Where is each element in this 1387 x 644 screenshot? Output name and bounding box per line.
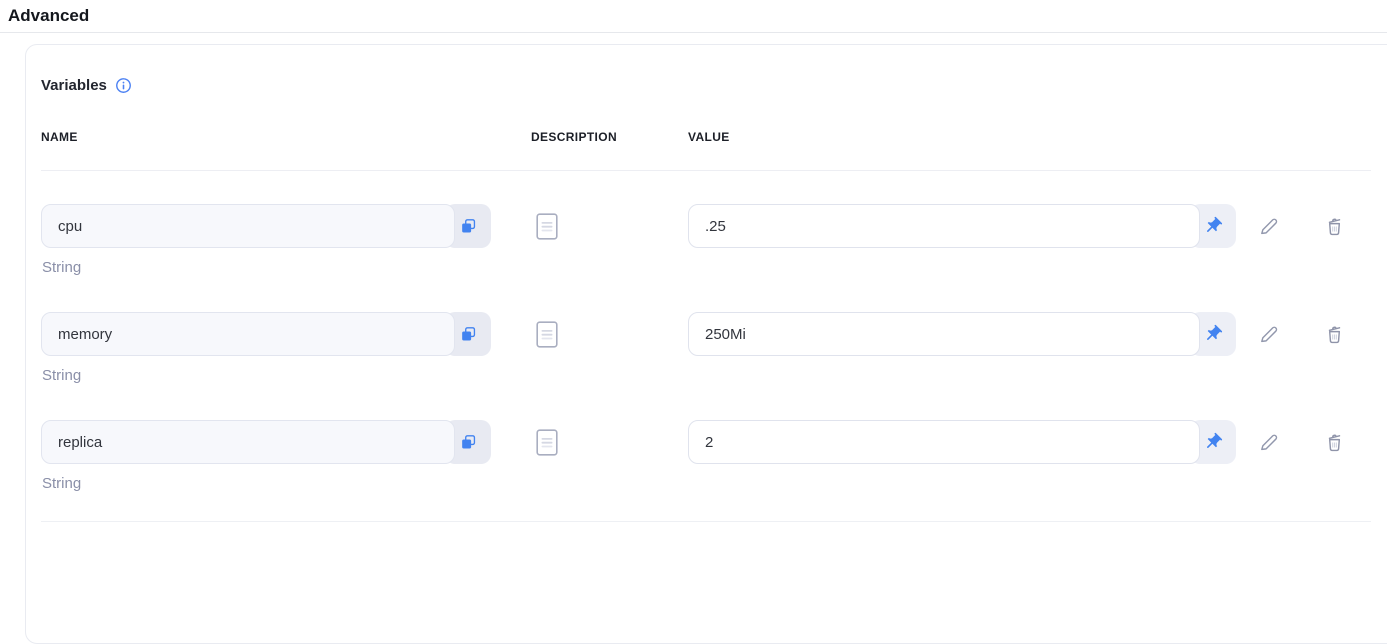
info-icon[interactable]	[115, 77, 132, 94]
edit-button[interactable]	[1256, 322, 1280, 346]
copy-icon	[459, 433, 478, 452]
variable-name-input[interactable]	[41, 312, 455, 356]
table-row: String	[41, 204, 1387, 276]
pencil-icon	[1257, 431, 1280, 454]
document-icon	[536, 321, 558, 348]
trash-icon	[1323, 215, 1346, 238]
edit-button[interactable]	[1256, 214, 1280, 238]
panel-title: Variables	[41, 77, 107, 94]
name-cell: String	[41, 420, 491, 492]
table-header: NAME DESCRIPTION VALUE	[41, 130, 1387, 144]
variable-value-input[interactable]	[688, 420, 1200, 464]
pushpin-icon	[1203, 324, 1223, 344]
variable-name-input[interactable]	[41, 204, 455, 248]
variable-type-label: String	[42, 259, 491, 276]
delete-button[interactable]	[1322, 322, 1346, 346]
variables-list: String	[41, 204, 1387, 528]
column-header-description: DESCRIPTION	[531, 130, 688, 144]
description-button[interactable]	[536, 321, 558, 348]
column-header-name: NAME	[41, 130, 491, 144]
pushpin-icon	[1203, 216, 1223, 236]
row-divider	[41, 521, 1371, 522]
trash-icon	[1323, 323, 1346, 346]
document-icon	[536, 213, 558, 240]
table-header-divider	[41, 170, 1371, 171]
variable-type-label: String	[42, 367, 491, 384]
panel-title-row: Variables	[41, 77, 132, 94]
variable-name-input[interactable]	[41, 420, 455, 464]
variable-value-input[interactable]	[688, 312, 1200, 356]
delete-button[interactable]	[1322, 214, 1346, 238]
copy-icon	[459, 217, 478, 236]
variable-value-input[interactable]	[688, 204, 1200, 248]
value-cell	[688, 420, 1236, 464]
delete-button[interactable]	[1322, 430, 1346, 454]
pencil-icon	[1257, 215, 1280, 238]
edit-button[interactable]	[1256, 430, 1280, 454]
value-cell	[688, 312, 1236, 356]
name-cell: String	[41, 204, 491, 276]
document-icon	[536, 429, 558, 456]
value-cell	[688, 204, 1236, 248]
description-button[interactable]	[536, 213, 558, 240]
table-row: String	[41, 312, 1387, 384]
column-header-value: VALUE	[688, 130, 1236, 144]
name-cell: String	[41, 312, 491, 384]
header-divider	[0, 32, 1387, 33]
variables-panel: Variables NAME DESCRIPTION VALUE	[25, 44, 1387, 644]
table-row: String	[41, 420, 1387, 492]
description-button[interactable]	[536, 429, 558, 456]
page-title: Advanced	[8, 6, 89, 26]
pushpin-icon	[1203, 432, 1223, 452]
copy-icon	[459, 325, 478, 344]
variable-type-label: String	[42, 475, 491, 492]
pencil-icon	[1257, 323, 1280, 346]
trash-icon	[1323, 431, 1346, 454]
